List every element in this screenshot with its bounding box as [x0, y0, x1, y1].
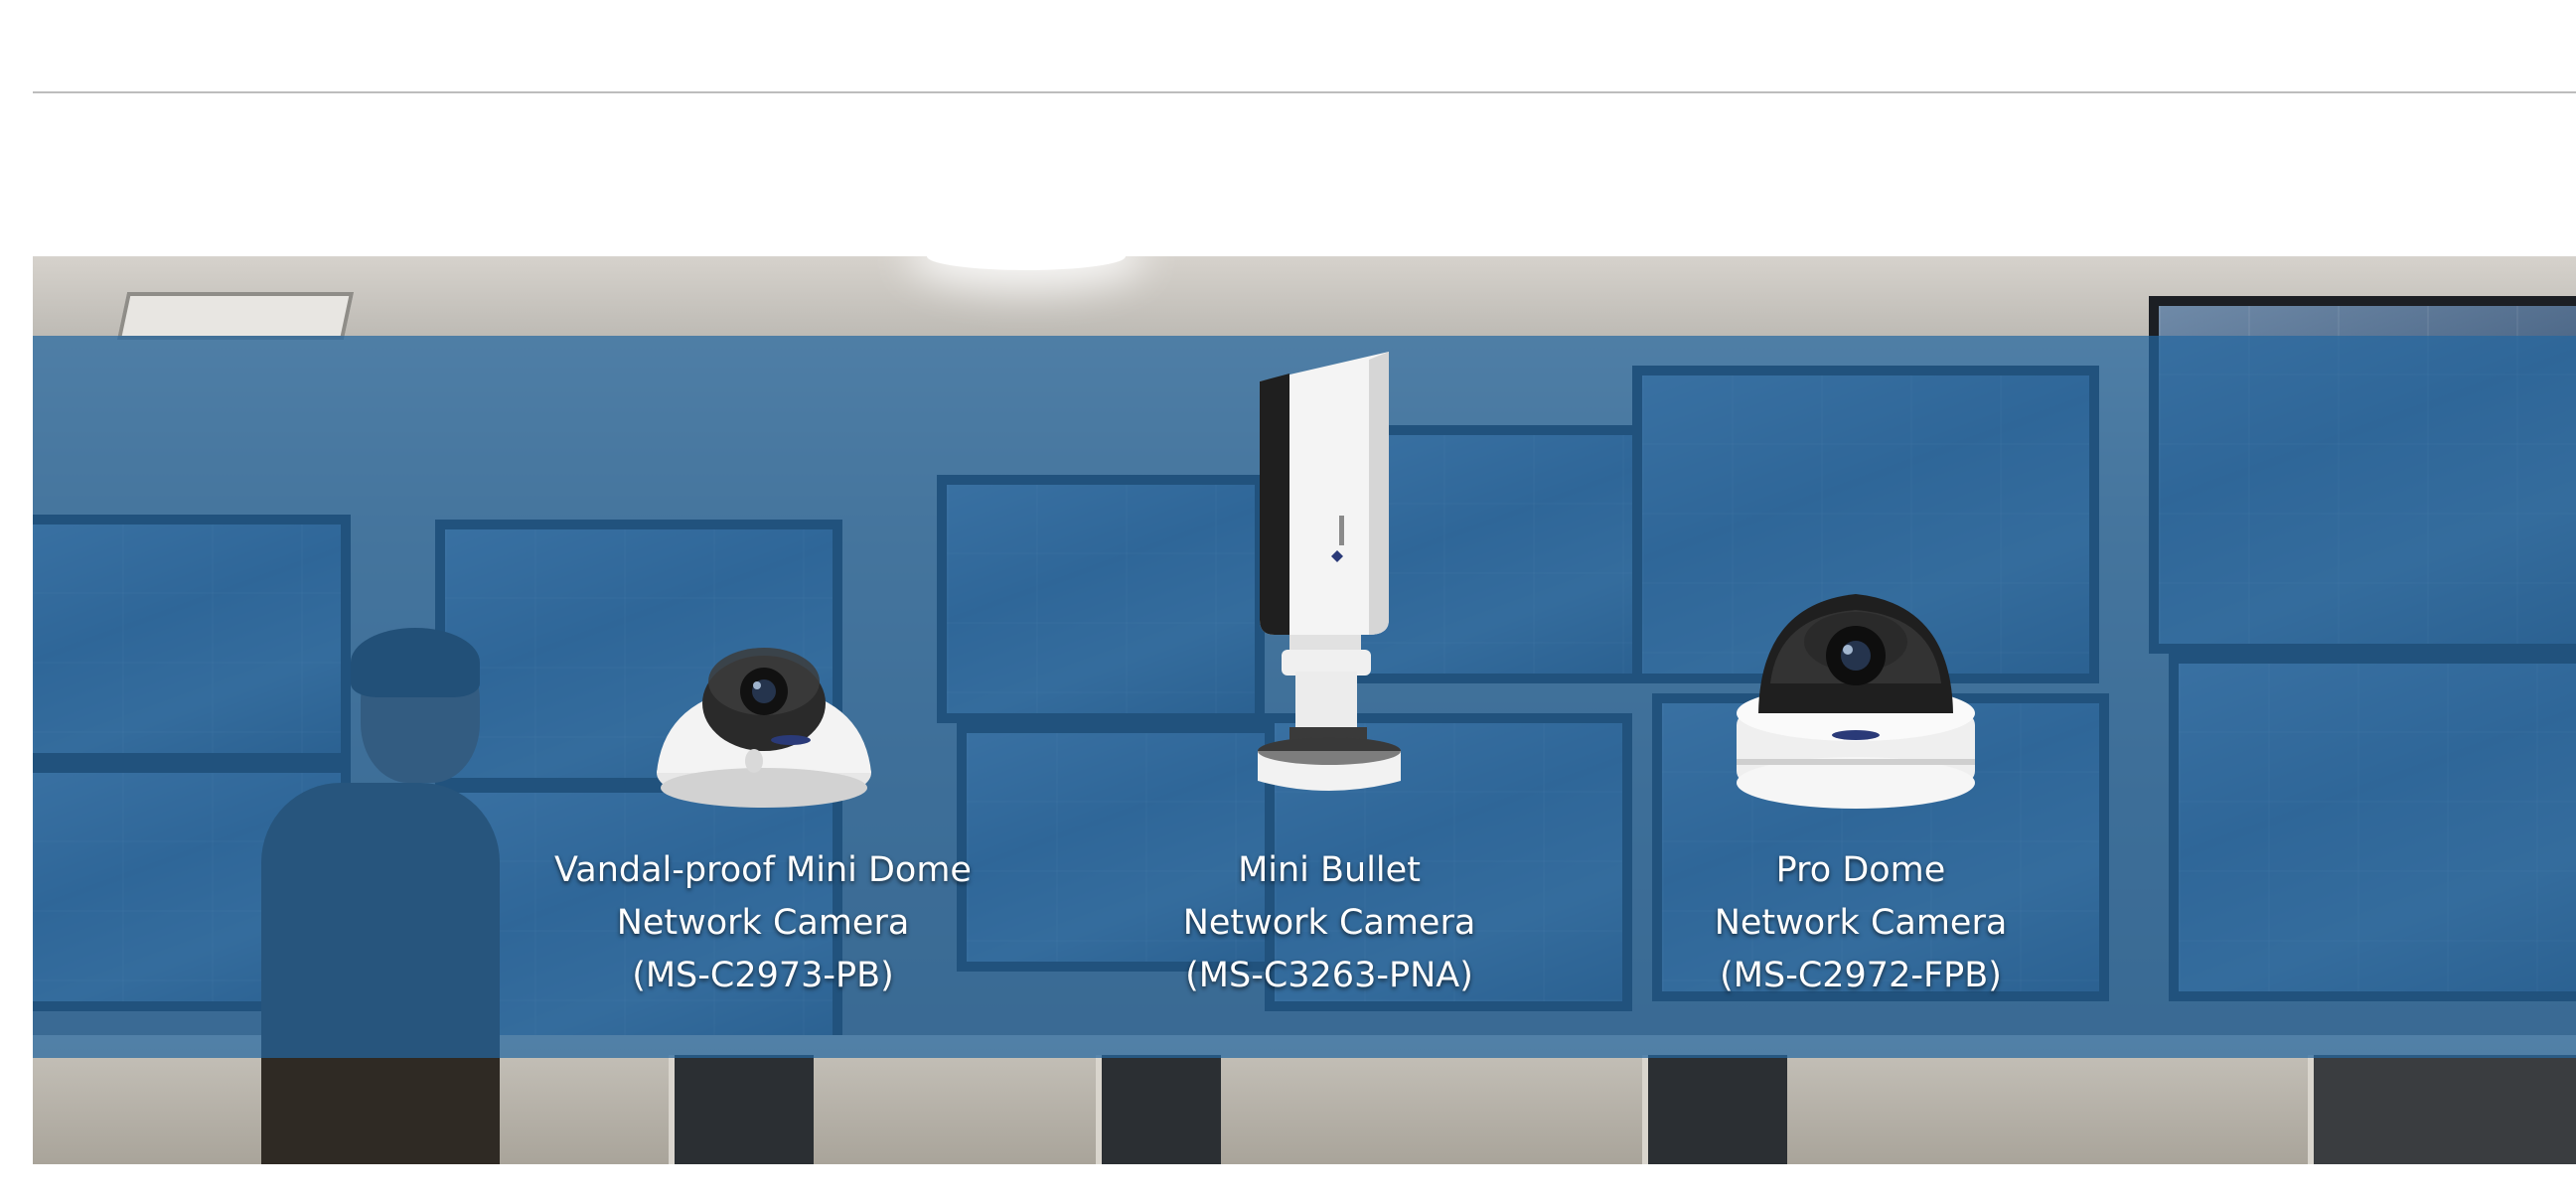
mini-dome-camera-icon — [657, 648, 871, 808]
product-model: (MS-C2972-FPB) — [1720, 956, 2002, 995]
top-divider — [33, 91, 2576, 93]
pro-dome-camera-icon — [1737, 594, 1975, 809]
product-name-line1: Pro Dome — [1775, 850, 1946, 890]
product-model: (MS-C2973-PB) — [632, 956, 894, 995]
product-banner: Vandal-proof Mini Dome Network Camera (M… — [33, 256, 2576, 1164]
product-name-line2: Network Camera — [616, 903, 910, 943]
ceiling-vent — [116, 292, 355, 340]
console-cabinet — [2308, 1055, 2576, 1164]
product-model: (MS-C3263-PNA) — [1185, 956, 1473, 995]
product-name-line2: Network Camera — [1714, 903, 2008, 943]
product-name-line1: Mini Bullet — [1238, 850, 1421, 890]
product-pro-dome[interactable]: Pro Dome Network Camera (MS-C2972-FPB) — [1602, 844, 2119, 1002]
mini-bullet-camera-icon — [1258, 352, 1401, 791]
console-cabinet — [1096, 1055, 1221, 1164]
product-mini-bullet[interactable]: Mini Bullet Network Camera (MS-C3263-PNA… — [1071, 844, 1588, 1002]
console-cabinet — [1642, 1055, 1787, 1164]
product-mini-dome[interactable]: Vandal-proof Mini Dome Network Camera (M… — [505, 844, 1021, 1002]
ceiling-light — [927, 256, 1126, 270]
product-name-line1: Vandal-proof Mini Dome — [554, 850, 972, 890]
console-cabinet — [669, 1055, 814, 1164]
product-name-line2: Network Camera — [1182, 903, 1476, 943]
